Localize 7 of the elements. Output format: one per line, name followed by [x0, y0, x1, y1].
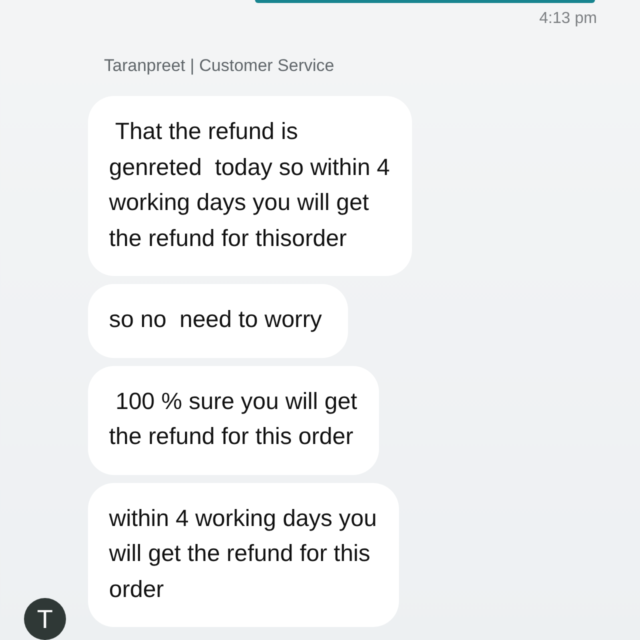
message-text: so no need to worry: [109, 305, 322, 334]
avatar-icon[interactable]: T: [24, 598, 66, 640]
message-time: 4:13 pm: [539, 10, 597, 28]
message-text: within 4 working days you will get the refund for this order: [109, 504, 377, 604]
message-text: 100 % sure you will get the refund for this order: [109, 386, 358, 451]
message-text: That the refund is genreted today so within 4 working days you will get the refund for thisorder: [109, 117, 390, 252]
sender-name: Taranpreet | Customer Service: [104, 56, 336, 76]
